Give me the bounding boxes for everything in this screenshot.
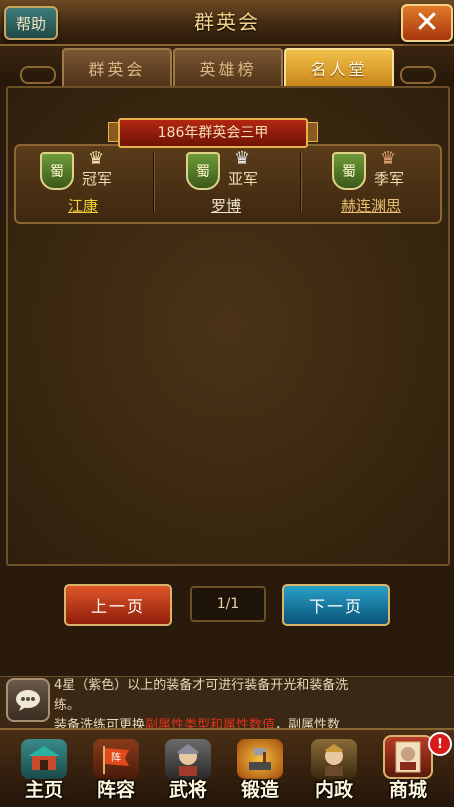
nav-forge[interactable]: 锻造 <box>224 732 296 802</box>
nav-label: 锻造 <box>240 779 279 801</box>
chat-line: 练。 <box>54 698 81 713</box>
faction-label: 蜀 <box>196 164 210 180</box>
faction-label: 蜀 <box>342 164 356 180</box>
nav-internal-affairs[interactable]: 内政 <box>298 732 370 802</box>
page-indicator: 1/1 <box>190 586 266 622</box>
shop-notification-badge: ! <box>428 732 452 756</box>
nav-label: 商城 <box>388 779 427 801</box>
chat-messages: 4星（紫色）以上的装备才可进行装备开光和装备洗 练。 装备洗练可更换副属性类型和… <box>54 676 450 732</box>
winner-name-link[interactable]: 罗博 <box>183 195 269 216</box>
forge-icon <box>237 739 283 779</box>
silver-crown-icon: ♛ <box>234 148 251 169</box>
faction-shield-icon: 蜀 <box>332 152 366 190</box>
advisor-icon <box>311 739 357 779</box>
chat-line: 4星（紫色）以上的装备才可进行装备开光和装备洗 <box>54 678 349 693</box>
prev-page-button[interactable]: 上一页 <box>64 584 172 626</box>
chat-bubble-icon[interactable] <box>6 678 50 722</box>
column-divider <box>153 152 154 212</box>
gold-crown-icon: ♛ <box>88 148 105 169</box>
right-ornament <box>400 66 436 84</box>
nav-label: 内政 <box>314 779 353 801</box>
winner-name-link[interactable]: 江康 <box>40 195 126 216</box>
nav-generals[interactable]: 武将 <box>152 732 224 802</box>
general-icon <box>165 739 211 779</box>
nav-lineup[interactable]: 阵 阵容 <box>80 732 152 802</box>
nav-home[interactable]: 主页 <box>8 732 80 802</box>
svg-text:阵: 阵 <box>111 751 121 764</box>
column-divider <box>300 152 301 212</box>
close-button[interactable]: ✕ <box>401 4 453 42</box>
winner-name-link[interactable]: 赫连渊思 <box>326 195 416 216</box>
pavilion-icon <box>21 739 67 779</box>
banner-icon: 阵 <box>93 739 139 779</box>
rank-label: 季军 <box>374 170 405 188</box>
faction-shield-icon: 蜀 <box>40 152 74 190</box>
rank-label: 亚军 <box>228 170 259 188</box>
close-icon: ✕ <box>414 5 440 40</box>
page-title: 群英会 <box>194 10 260 34</box>
tab-mingrentang[interactable]: 名人堂 <box>284 48 394 86</box>
rank-label: 冠军 <box>82 170 113 188</box>
next-page-button[interactable]: 下一页 <box>282 584 390 626</box>
season-ribbon: 186年群英会三甲 <box>118 118 308 148</box>
nav-label: 武将 <box>168 779 207 801</box>
faction-label: 蜀 <box>50 164 64 180</box>
nav-label: 主页 <box>24 779 63 801</box>
shop-card-icon <box>383 735 433 779</box>
left-ornament <box>20 66 56 84</box>
help-button[interactable]: 帮助 <box>4 6 58 40</box>
faction-shield-icon: 蜀 <box>186 152 220 190</box>
tab-qunyinghui[interactable]: 群英会 <box>62 48 172 86</box>
bronze-crown-icon: ♛ <box>380 148 397 169</box>
nav-label: 阵容 <box>96 779 135 801</box>
tab-yingxiongbang[interactable]: 英雄榜 <box>173 48 283 86</box>
